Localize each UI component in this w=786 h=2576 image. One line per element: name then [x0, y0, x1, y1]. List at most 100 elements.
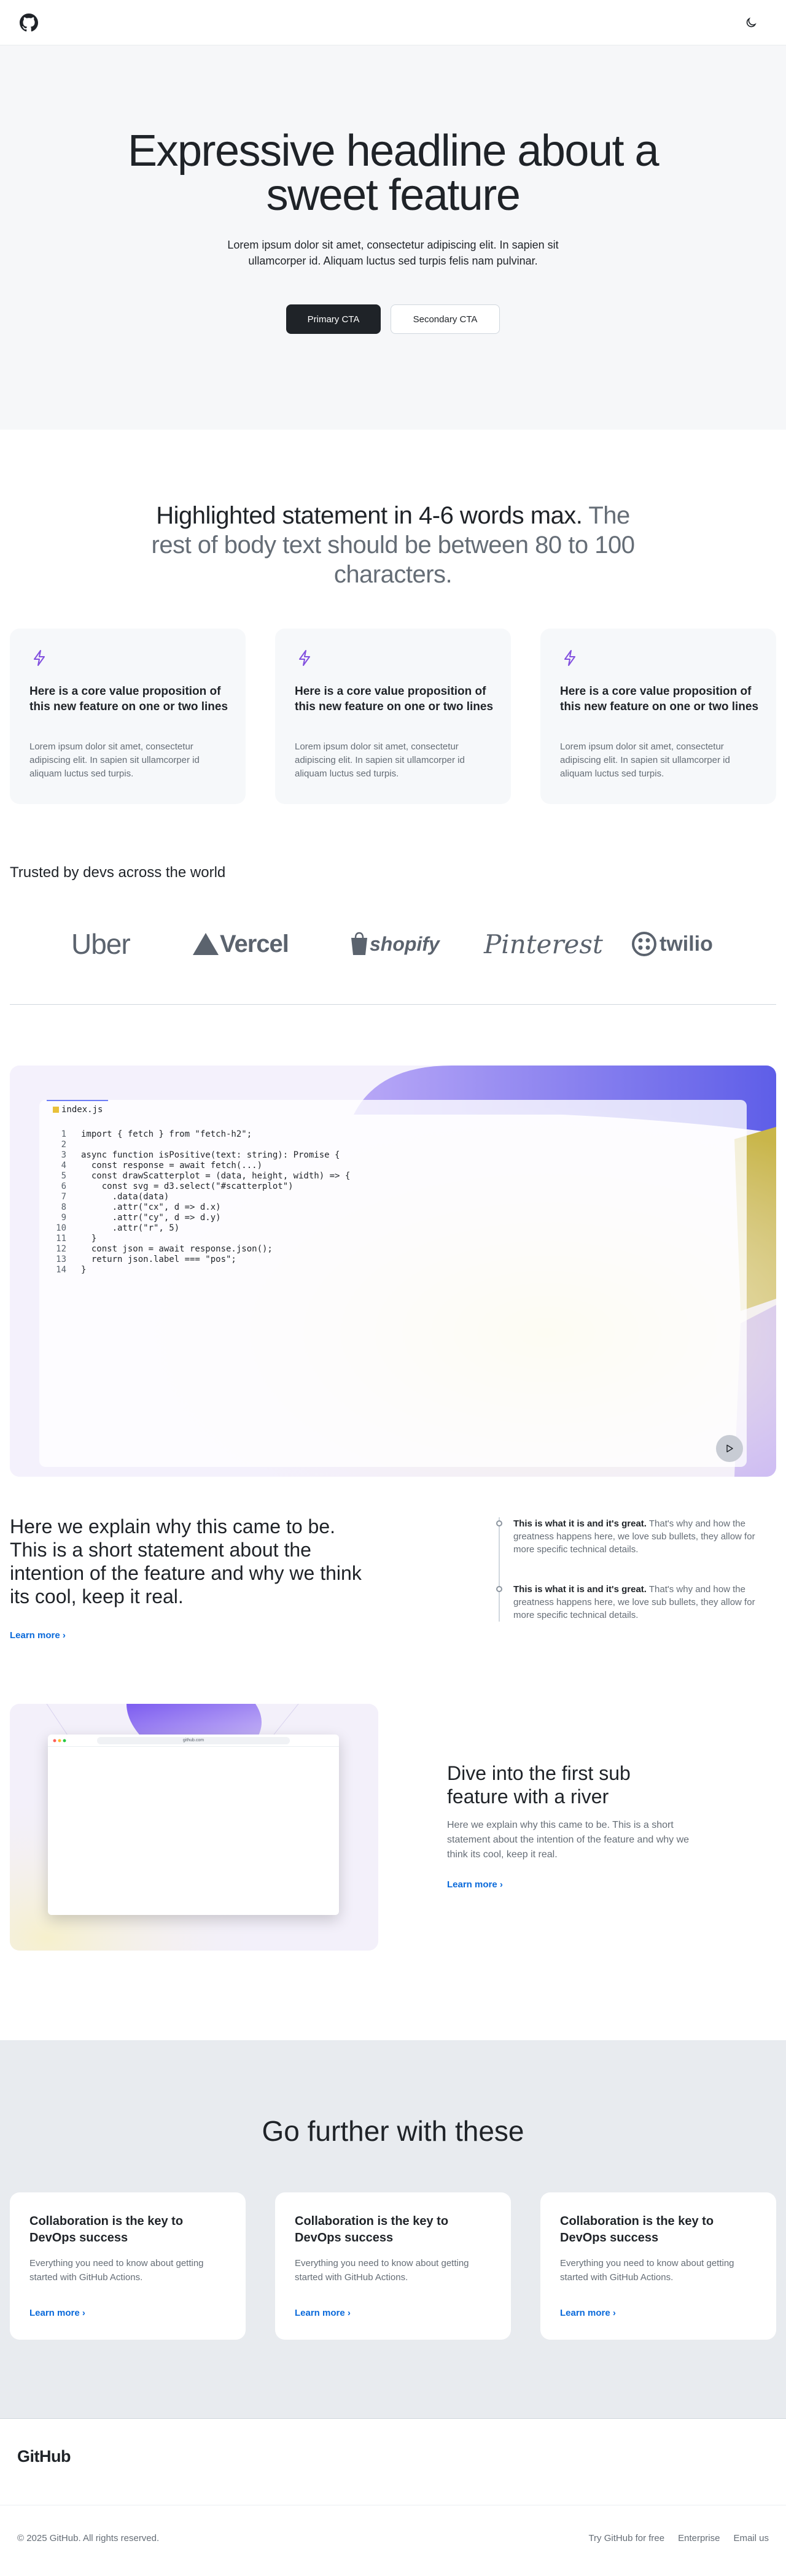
- learn-more-label: Learn more: [560, 2308, 610, 2318]
- line-number: 7: [61, 1192, 66, 1202]
- value-card-body: Lorem ipsum dolor sit amet, consectetur …: [560, 741, 730, 779]
- bullet-dot-icon: [496, 1586, 502, 1592]
- learn-more-link[interactable]: Learn more ›: [10, 1630, 66, 1641]
- line-number: 5: [61, 1171, 66, 1181]
- file-tab-label: index.js: [61, 1105, 103, 1115]
- resource-card[interactable]: Collaboration is the key to DevOps succe…: [10, 2192, 246, 2340]
- sub-bullet-lead: This is what it is and it's great.: [513, 1518, 647, 1529]
- line-number: 8: [61, 1202, 66, 1212]
- code-line: 4 const response = await fetch(...): [49, 1161, 350, 1171]
- sub-bullets: This is what it is and it's great. That'…: [496, 1517, 776, 1622]
- browser-window: github.com: [48, 1735, 339, 1915]
- explain-statement: Here we explain why this came to be. Thi…: [10, 1515, 362, 1607]
- code-text: import { fetch } from "fetch-h2";: [81, 1129, 252, 1139]
- code-line: 1 import { fetch } from "fetch-h2";: [49, 1129, 350, 1140]
- resource-card-title: Collaboration is the key to DevOps succe…: [29, 2214, 184, 2245]
- value-card-body: Lorem ipsum dolor sit amet, consectetur …: [295, 741, 465, 779]
- value-card-title: Here is a core value proposition of this…: [29, 685, 228, 713]
- chevron-right-icon: ›: [612, 2308, 616, 2318]
- code-line: 8 .attr("cx", d => d.x): [49, 1202, 350, 1213]
- code-text: return json.label === "pos";: [81, 1255, 236, 1264]
- github-mark-icon[interactable]: [20, 14, 38, 32]
- learn-more-label: Learn more: [447, 1879, 497, 1890]
- footer-links: Try GitHub for free Enterprise Email us: [588, 2533, 769, 2543]
- line-number: 3: [61, 1150, 66, 1160]
- code-line: 2: [49, 1140, 350, 1150]
- line-number: 14: [56, 1265, 66, 1275]
- value-card-body: Lorem ipsum dolor sit amet, consectetur …: [29, 741, 200, 779]
- chevron-right-icon: ›: [347, 2308, 351, 2318]
- zap-icon: [295, 648, 314, 668]
- resource-card-link[interactable]: Learn more ›: [560, 2308, 616, 2318]
- river-visual: github.com: [10, 1704, 378, 1951]
- code-line: 3 async function isPositive(text: string)…: [49, 1150, 350, 1161]
- pinterest-logo: Pinterest: [484, 929, 603, 959]
- footer-link-enterprise[interactable]: Enterprise: [678, 2533, 720, 2543]
- chevron-right-icon: ›: [82, 2308, 85, 2318]
- shopify-logo: shopify: [349, 926, 440, 962]
- twilio-circle-icon: [632, 932, 656, 956]
- sub-bullet: This is what it is and it's great. That'…: [496, 1583, 776, 1622]
- highlighted-statement: Highlighted statement in 4-6 words max. …: [147, 501, 639, 589]
- line-number: 12: [56, 1244, 66, 1254]
- river-learn-more-link[interactable]: Learn more ›: [447, 1879, 503, 1890]
- line-number: 9: [61, 1213, 66, 1223]
- value-card: Here is a core value proposition of this…: [10, 629, 246, 804]
- go-further-title: Go further with these: [262, 2115, 524, 2147]
- resource-card-link[interactable]: Learn more ›: [295, 2308, 351, 2318]
- learn-more-label: Learn more: [295, 2308, 345, 2318]
- top-navigation: [0, 0, 786, 45]
- sub-bullet: This is what it is and it's great. That'…: [496, 1517, 776, 1556]
- code-text: const svg = d3.select("#scatterplot"): [81, 1182, 294, 1191]
- bullet-dot-icon: [496, 1520, 502, 1526]
- code-line: 14}: [49, 1265, 350, 1275]
- code-text: async function isPositive(text: string):…: [81, 1150, 340, 1160]
- resource-card[interactable]: Collaboration is the key to DevOps succe…: [540, 2192, 776, 2340]
- code-text: }: [81, 1265, 87, 1275]
- chevron-right-icon: ›: [62, 1630, 66, 1641]
- moon-icon[interactable]: [742, 14, 760, 32]
- resource-card-title: Collaboration is the key to DevOps succe…: [295, 2214, 449, 2245]
- code-line: 13 return json.label === "pos";: [49, 1255, 350, 1265]
- zap-icon: [560, 648, 580, 668]
- line-number: 11: [56, 1234, 66, 1244]
- window-controls-icon: [53, 1739, 66, 1742]
- resource-card[interactable]: Collaboration is the key to DevOps succe…: [275, 2192, 511, 2340]
- code-text: const json = await response.json();: [81, 1244, 273, 1254]
- play-icon[interactable]: [716, 1435, 743, 1462]
- browser-toolbar: github.com: [48, 1735, 339, 1747]
- code-text: .attr("cx", d => d.x): [81, 1202, 221, 1212]
- primary-cta-button[interactable]: Primary CTA: [286, 304, 381, 334]
- resource-card-body: Everything you need to know about gettin…: [29, 2258, 204, 2283]
- footer-link-try-free[interactable]: Try GitHub for free: [588, 2533, 664, 2543]
- javascript-file-icon: [53, 1107, 59, 1113]
- resource-card-link[interactable]: Learn more ›: [29, 2308, 85, 2318]
- vercel-wordmark: Vercel: [220, 930, 289, 957]
- code-text: const response = await fetch(...): [81, 1161, 263, 1170]
- river-title: Dive into the first sub feature with a r…: [447, 1762, 631, 1808]
- file-tab[interactable]: index.js: [47, 1100, 108, 1118]
- value-card: Here is a core value proposition of this…: [540, 629, 776, 804]
- hero-subtitle: Lorem ipsum dolor sit amet, consectetur …: [227, 239, 559, 267]
- code-block: 1 import { fetch } from "fetch-h2"; 2 3 asyn…: [49, 1129, 350, 1275]
- secondary-cta-button[interactable]: Secondary CTA: [391, 304, 500, 334]
- browser-url-bar: github.com: [97, 1737, 290, 1744]
- value-card: Here is a core value proposition of this…: [275, 629, 511, 804]
- code-text: const drawScatterplot = (data, height, w…: [81, 1171, 351, 1181]
- footer-link-email[interactable]: Email us: [733, 2533, 769, 2543]
- code-text: .attr("cy", d => d.y): [81, 1213, 221, 1223]
- footer-logo[interactable]: GitHub: [17, 2447, 71, 2466]
- shopify-wordmark: shopify: [370, 932, 440, 955]
- twilio-wordmark: twilio: [660, 932, 713, 956]
- shopify-bag-icon: [351, 932, 367, 955]
- code-line: 5 const drawScatterplot = (data, height,…: [49, 1171, 351, 1182]
- line-number: 10: [56, 1223, 66, 1233]
- zap-icon: [29, 648, 49, 668]
- learn-more-label: Learn more: [10, 1630, 60, 1641]
- section-divider: [10, 1004, 776, 1005]
- hero-title: Expressive headline about a sweet featur…: [127, 126, 660, 220]
- statement-highlight: Highlighted statement in 4-6 words max.: [156, 502, 583, 529]
- learn-more-label: Learn more: [29, 2308, 80, 2318]
- resource-card-title: Collaboration is the key to DevOps succe…: [560, 2214, 714, 2245]
- uber-logo: Uber: [71, 928, 131, 960]
